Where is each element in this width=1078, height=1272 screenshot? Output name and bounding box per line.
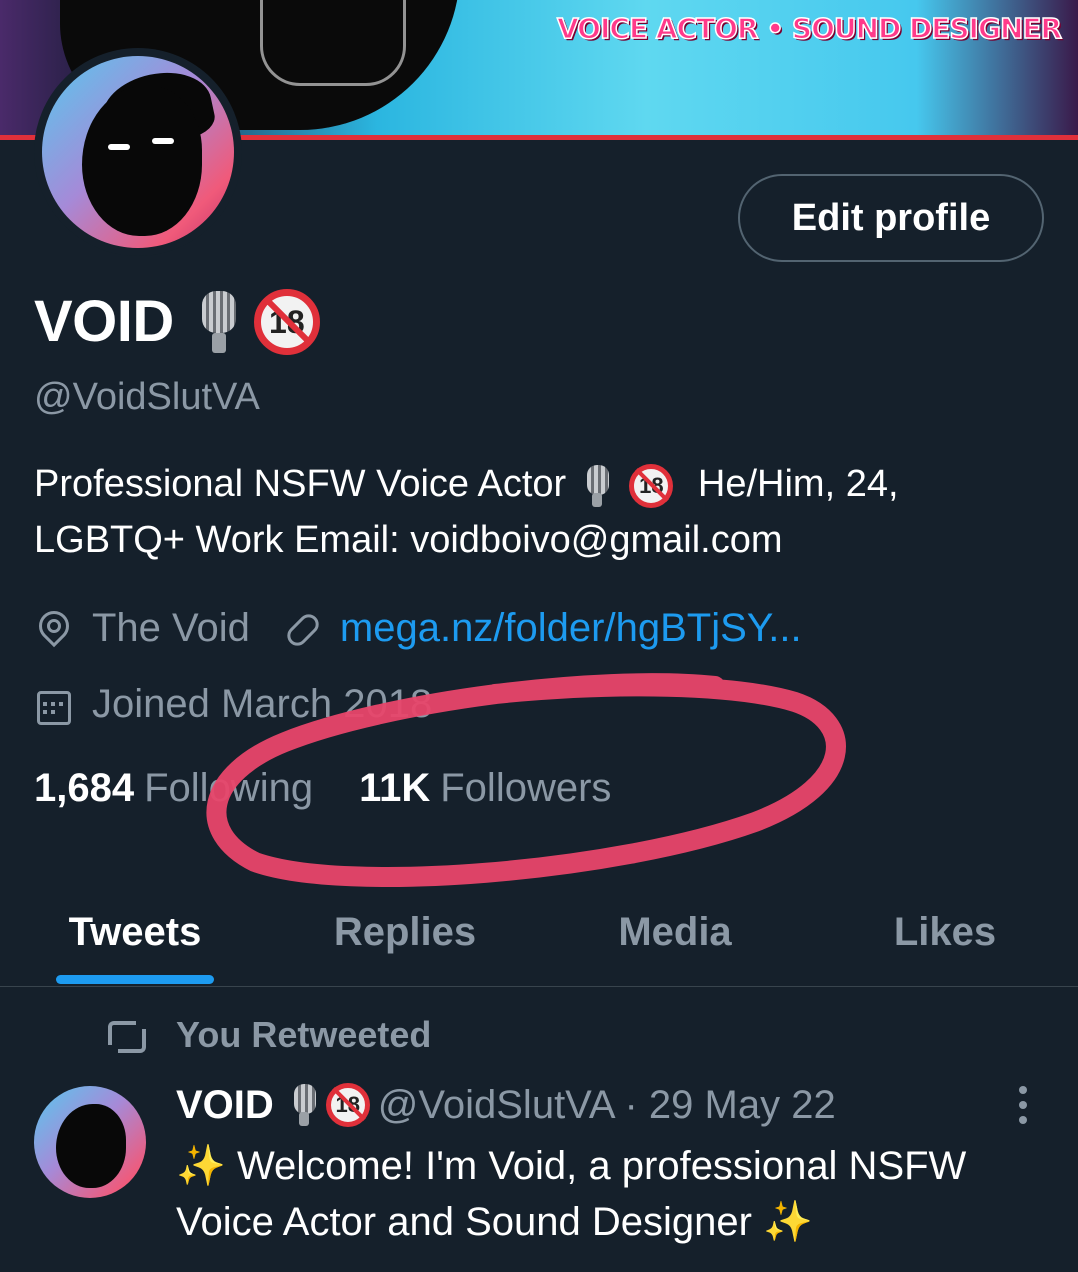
bio-text: He/Him, 24, xyxy=(697,463,899,505)
tab-replies[interactable]: Replies xyxy=(270,882,540,982)
tab-likes[interactable]: Likes xyxy=(810,882,1078,982)
following-link[interactable]: 1,684 Following xyxy=(34,766,313,811)
tab-media[interactable]: Media xyxy=(540,882,810,982)
active-tab-indicator xyxy=(56,975,214,984)
no-under-18-icon: 18 xyxy=(253,288,320,355)
profile-stats: 1,684 Following 11K Followers xyxy=(34,766,611,811)
following-count: 1,684 xyxy=(34,766,135,810)
link-icon xyxy=(282,610,320,648)
microphone-icon xyxy=(585,463,611,509)
no-under-18-icon: 18 xyxy=(325,1083,370,1127)
avatar-face xyxy=(56,1104,126,1188)
profile-location: The Void xyxy=(92,606,250,650)
following-label: Following xyxy=(144,766,314,810)
bio-text: LGBTQ+ Work Email: voidboivo@gmail.com xyxy=(34,519,783,561)
retweet-context: You Retweeted xyxy=(104,1014,431,1056)
location-pin-icon xyxy=(34,610,72,648)
retweet-label: You Retweeted xyxy=(176,1014,432,1055)
tweet-author-avatar[interactable] xyxy=(34,1086,146,1198)
avatar-eye xyxy=(152,138,174,144)
profile-joined-date: Joined March 2018 xyxy=(92,682,433,726)
tweet-header: VOID 18 @VoidSlutVA · 29 May 22 xyxy=(176,1082,836,1128)
profile-meta-row: The Void mega.nz/folder/hgBTjSY... xyxy=(34,606,802,651)
more-options-icon[interactable] xyxy=(1016,1086,1030,1126)
banner-artwork-detail xyxy=(260,0,406,86)
profile-website-link[interactable]: mega.nz/folder/hgBTjSY... xyxy=(340,606,802,651)
profile-tabs: Tweets Replies Media Likes xyxy=(0,882,1078,986)
divider xyxy=(0,986,1078,987)
profile-avatar[interactable] xyxy=(34,48,242,256)
tweet-author-name[interactable]: VOID xyxy=(176,1083,274,1128)
followers-link[interactable]: 11K Followers xyxy=(359,766,611,811)
profile-bio: Professional NSFW Voice Actor 18 He/Him,… xyxy=(34,456,1034,568)
followers-label: Followers xyxy=(440,766,612,810)
retweet-icon xyxy=(104,1017,148,1053)
microphone-icon xyxy=(292,1082,318,1128)
tweet-handle-date[interactable]: @VoidSlutVA · 29 May 22 xyxy=(378,1083,836,1128)
avatar-image xyxy=(42,56,234,248)
sparkles-icon: ✨ xyxy=(763,1200,813,1244)
profile-joined-row: Joined March 2018 xyxy=(34,682,432,727)
tab-tweets[interactable]: Tweets xyxy=(0,882,270,982)
edit-profile-button[interactable]: Edit profile xyxy=(738,174,1044,262)
avatar-eye xyxy=(108,144,130,150)
tweet-body: Welcome! I'm Void, a professional NSFW V… xyxy=(176,1144,967,1244)
microphone-icon xyxy=(200,289,238,355)
banner-tagline: VOICE ACTOR • SOUND DESIGNER xyxy=(556,11,1063,46)
profile-name-row: VOID 18 xyxy=(34,288,320,355)
bio-text: Professional NSFW Voice Actor xyxy=(34,463,567,505)
tweet-text: ✨ Welcome! I'm Void, a professional NSFW… xyxy=(176,1138,1056,1250)
no-under-18-icon: 18 xyxy=(629,463,674,508)
profile-name: VOID xyxy=(34,289,174,354)
avatar-face xyxy=(82,86,202,236)
followers-count: 11K xyxy=(359,766,431,810)
profile-handle: @VoidSlutVA xyxy=(34,376,260,418)
calendar-icon xyxy=(34,686,72,725)
sparkles-icon: ✨ xyxy=(176,1144,226,1188)
